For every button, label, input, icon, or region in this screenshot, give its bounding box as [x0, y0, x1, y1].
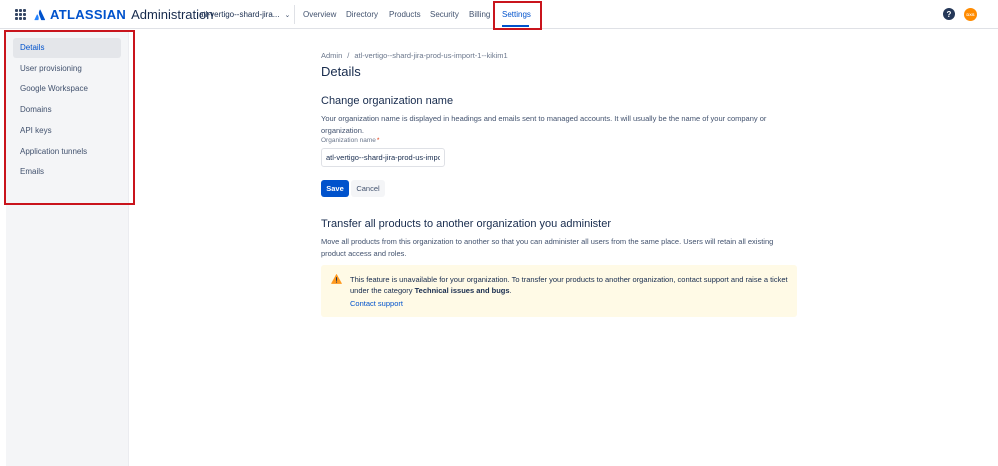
warning-icon	[331, 274, 342, 284]
nav-billing[interactable]: Billing	[469, 10, 490, 19]
help-icon[interactable]: ?	[943, 8, 955, 20]
org-name-label-text: Organization name	[321, 137, 376, 144]
sidebar-item-api-keys[interactable]: API keys	[13, 121, 121, 141]
save-button[interactable]: Save	[321, 180, 349, 197]
sidebar-item-google-workspace[interactable]: Google Workspace	[13, 79, 121, 99]
breadcrumb: Admin / atl-vertigo--shard-jira-prod-us-im…	[321, 51, 508, 60]
logo-wordmark: ATLASSIAN	[50, 7, 127, 22]
nav-settings[interactable]: Settings	[502, 10, 531, 19]
transfer-description: Move all products from this organization…	[321, 237, 774, 258]
warning-category: Technical issues and bugs	[414, 286, 510, 295]
org-name-input[interactable]	[321, 148, 445, 167]
warning-text-part-2: .	[509, 286, 512, 295]
change-org-name-heading: Change organization name	[321, 95, 454, 107]
org-switcher-label: atl-vertigo--shard-jira...	[199, 10, 280, 19]
warning-section-message: This feature is unavailable for your org…	[321, 265, 797, 317]
nav-overview[interactable]: Overview	[303, 10, 336, 19]
page-title: Details	[321, 64, 361, 79]
breadcrumb-admin[interactable]: Admin	[321, 51, 342, 60]
nav-security[interactable]: Security	[430, 10, 459, 19]
atlassian-triangle-icon	[34, 9, 46, 20]
contact-support-link[interactable]: Contact support	[350, 299, 403, 308]
top-navigation: ATLASSIAN Administration atl-vertigo--sh…	[0, 0, 998, 29]
sidebar-item-user-provisioning[interactable]: User provisioning	[13, 59, 121, 79]
org-switcher[interactable]: atl-vertigo--shard-jira... ⌄	[199, 10, 290, 19]
required-mark: *	[376, 137, 380, 144]
sidebar-item-details[interactable]: Details	[13, 38, 121, 58]
nav-active-indicator	[502, 25, 529, 27]
chevron-down-icon: ⌄	[284, 11, 291, 19]
sidebar-item-domains[interactable]: Domains	[13, 100, 121, 120]
org-name-label: Organization name*	[321, 137, 379, 144]
sidebar-item-application-tunnels[interactable]: Application tunnels	[13, 142, 121, 162]
atlassian-logo[interactable]: ATLASSIAN Administration	[34, 7, 214, 22]
nav-directory[interactable]: Directory	[346, 10, 378, 19]
avatar[interactable]: DXS	[964, 8, 977, 21]
app-switcher-icon[interactable]	[15, 9, 26, 20]
breadcrumb-separator: /	[347, 51, 350, 60]
cancel-button[interactable]: Cancel	[351, 180, 385, 197]
transfer-heading: Transfer all products to another organiz…	[321, 218, 612, 230]
sidebar-item-emails[interactable]: Emails	[13, 162, 121, 182]
nav-divider	[294, 5, 295, 24]
warning-message: This feature is unavailable for your org…	[350, 274, 790, 296]
breadcrumb-org[interactable]: atl-vertigo--shard-jira-prod-us-import-1…	[354, 51, 507, 60]
nav-products[interactable]: Products	[389, 10, 421, 19]
change-org-name-description: Your organization name is displayed in h…	[321, 114, 767, 135]
